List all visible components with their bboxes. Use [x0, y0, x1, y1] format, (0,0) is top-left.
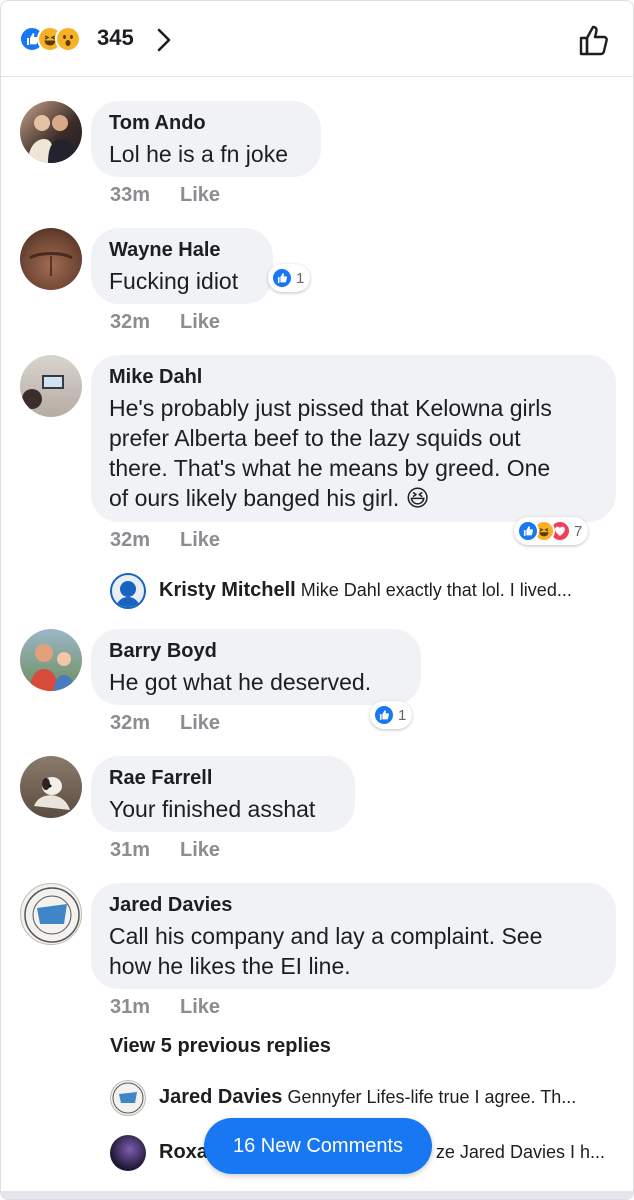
comment-text-line: of ours likely banged his girl.: [109, 485, 400, 511]
avatar[interactable]: [20, 355, 82, 417]
thumbs-up-icon[interactable]: [575, 21, 613, 59]
avatar[interactable]: [20, 883, 82, 945]
comment-meta: 31m Like: [110, 996, 220, 1019]
like-button[interactable]: Like: [180, 839, 220, 861]
like-reaction-icon: [271, 267, 293, 289]
comment-time: 31m: [110, 839, 151, 861]
like-button[interactable]: Like: [180, 311, 220, 333]
comment-author[interactable]: Wayne Hale: [109, 238, 255, 262]
view-previous-replies-link[interactable]: View 5 previous replies: [110, 1035, 331, 1058]
comment-bubble[interactable]: Mike Dahl He's probably just pissed that…: [91, 355, 616, 522]
comment-text-line: how he likes the EI line.: [109, 953, 351, 979]
like-reaction-icon: [373, 704, 395, 726]
avatar[interactable]: [20, 101, 82, 163]
comment-meta: 31m Like: [110, 839, 220, 862]
avatar[interactable]: [20, 756, 82, 818]
comment-author[interactable]: Barry Boyd: [109, 639, 403, 663]
comment-text-line: Call his company and lay a complaint. Se…: [109, 923, 543, 949]
reaction-count: 1: [398, 706, 407, 724]
like-button[interactable]: Like: [180, 529, 220, 551]
comment-text: He's probably just pissed that Kelowna g…: [109, 393, 598, 513]
reaction-count: 1: [296, 269, 305, 287]
comment-bubble[interactable]: Wayne Hale Fucking idiot: [91, 228, 273, 304]
reaction-pill[interactable]: 7: [514, 517, 589, 545]
comment-text: He got what he deserved.: [109, 669, 372, 695]
reply-author[interactable]: Jared Davies: [159, 1086, 282, 1108]
comment-time: 32m: [110, 529, 151, 551]
avatar: [110, 1135, 146, 1171]
reaction-summary[interactable]: [19, 26, 81, 52]
comment-author[interactable]: Rae Farrell: [109, 766, 337, 790]
like-button[interactable]: Like: [180, 184, 220, 206]
reaction-count[interactable]: 345: [97, 25, 134, 51]
comment-author[interactable]: Jared Davies: [109, 893, 598, 917]
reply-text: Gennyfer Lifes-life true I agree. Th...: [287, 1087, 577, 1107]
comment-bubble[interactable]: Tom Ando Lol he is a fn joke: [91, 101, 321, 177]
reactions-header: 345: [1, 1, 633, 77]
chevron-right-icon[interactable]: [153, 25, 175, 55]
comment-bubble[interactable]: Jared Davies Call his company and lay a …: [91, 883, 616, 989]
new-comments-button[interactable]: 16 New Comments: [204, 1118, 432, 1174]
like-reaction-icon: [517, 520, 539, 542]
reply-text: ze Jared Davies I h...: [435, 1142, 605, 1162]
comment-text-line: prefer Alberta beef to the lazy squids o…: [109, 425, 521, 451]
comment-meta: 32m Like: [110, 529, 220, 552]
comments-screen: 345 Tom Ando Lol he is a fn joke 33m Like…: [0, 0, 634, 1200]
laughing-emoji-icon: 😆: [405, 485, 430, 511]
reply-preview[interactable]: Kristy Mitchell Mike Dahl exactly that l…: [110, 573, 610, 609]
comment-meta: 33m Like: [110, 184, 220, 207]
bottom-bar: [1, 1191, 633, 1199]
republic-western-canada-logo: [24, 887, 80, 943]
comment-time: 33m: [110, 184, 151, 206]
reaction-pill[interactable]: 1: [268, 264, 311, 292]
avatar[interactable]: [20, 629, 82, 691]
comment-bubble[interactable]: Barry Boyd He got what he deserved.: [91, 629, 421, 705]
comment-text-line: there. That's what he means by greed. On…: [109, 455, 551, 481]
comment-time: 31m: [110, 996, 151, 1018]
reaction-count: 7: [574, 522, 583, 540]
comment-text: Lol he is a fn joke: [109, 141, 289, 167]
comment-time: 32m: [110, 311, 151, 333]
reply-author[interactable]: Kristy Mitchell: [159, 579, 296, 601]
comment-text: Call his company and lay a complaint. Se…: [109, 921, 598, 981]
wow-reaction-icon: [55, 26, 81, 52]
avatar: [110, 573, 146, 609]
comment-author[interactable]: Mike Dahl: [109, 365, 598, 389]
like-button[interactable]: Like: [180, 996, 220, 1018]
reply-author[interactable]: Roxa: [159, 1141, 208, 1163]
reply-preview[interactable]: Jared Davies Gennyfer Lifes-life true I …: [110, 1080, 610, 1116]
like-button[interactable]: Like: [180, 712, 220, 734]
reaction-pill[interactable]: 1: [370, 701, 413, 729]
avatar: [110, 1080, 146, 1116]
comment-text-line-with-emoji: of ours likely banged his girl. 😆: [109, 483, 598, 513]
comment-text: Fucking idiot: [109, 268, 239, 294]
avatar[interactable]: [20, 228, 82, 290]
comment-author[interactable]: Tom Ando: [109, 111, 303, 135]
reply-text: Mike Dahl exactly that lol. I lived...: [300, 580, 572, 600]
comment-text: Your finished asshat: [109, 796, 316, 822]
comment-meta: 32m Like: [110, 311, 220, 334]
comment-meta: 32m Like: [110, 712, 220, 735]
comment-time: 32m: [110, 712, 151, 734]
comment-text-line: He's probably just pissed that Kelowna g…: [109, 395, 552, 421]
comment-bubble[interactable]: Rae Farrell Your finished asshat: [91, 756, 355, 832]
